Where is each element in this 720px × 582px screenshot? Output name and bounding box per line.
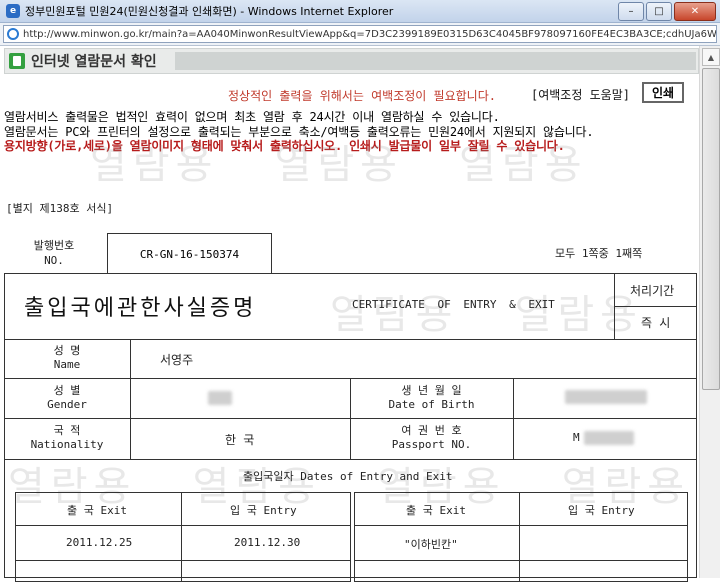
form-number: [별지 제138호 서식] (6, 202, 114, 215)
vertical-scrollbar[interactable]: ▲ (699, 46, 720, 578)
address-url: http://www.minwon.go.kr/main?a=AA040Minw… (23, 28, 717, 40)
issue-label-en: NO. (44, 254, 64, 267)
col-divider (181, 492, 182, 582)
table-header-entry-1: 입 국 Entry (230, 504, 297, 517)
dob-label-en: Date of Birth (388, 398, 475, 411)
header-bar (175, 52, 696, 70)
ie-app-icon: e (6, 4, 20, 18)
issue-label: 발행번호 NO. (22, 238, 86, 268)
nationality-label: 국 적 Nationality (4, 424, 130, 452)
scrollbar-thumb[interactable] (702, 68, 720, 390)
info-line-3: 용지방향(가로,세로)을 열람이미지 형태에 맞춰서 출력하십시오. 인쇄시 발… (4, 139, 565, 153)
passport-label-ko: 여 권 번 호 (401, 424, 462, 437)
passport-prefix: M (573, 431, 580, 444)
col-divider (513, 378, 514, 459)
passport-value-redacted (584, 431, 634, 445)
row-divider (354, 560, 688, 561)
print-button[interactable]: 인쇄 (642, 82, 684, 103)
row-divider (15, 560, 351, 561)
issue-number: CR-GN-16-150374 (107, 233, 272, 274)
table-cell: 2011.12.30 (234, 536, 301, 549)
table-cell: "이하빈칸" (404, 538, 458, 551)
name-label-en: Name (53, 358, 81, 371)
address-bar: http://www.minwon.go.kr/main?a=AA040Minw… (0, 23, 720, 46)
table-header-exit-2: 출 국 Exit (406, 504, 466, 517)
name-value: 서영주 (160, 353, 194, 367)
name-label: 성 명 Name (4, 344, 130, 372)
processing-period-label: 처리기간 (630, 284, 675, 298)
row-divider (4, 339, 697, 340)
nationality-label-en: Nationality (30, 438, 104, 451)
window-titlebar: e 정부민원포털 민원24(민원신청결과 인쇄화면) - Windows Int… (0, 0, 720, 23)
row-divider (15, 525, 351, 526)
gender-label-ko: 성 별 (53, 384, 81, 397)
dob-label-ko: 생 년 월 일 (401, 384, 462, 397)
col-divider (519, 492, 520, 582)
margin-help-link[interactable]: [여백조정 도움말] (531, 86, 630, 103)
certificate-title-ko: 출입국에관한사실증명 (24, 296, 257, 321)
gender-value-redacted (208, 391, 232, 405)
processing-period-divider (614, 306, 697, 307)
address-field[interactable]: http://www.minwon.go.kr/main?a=AA040Minw… (3, 25, 717, 43)
certificate-title-en: CERTIFICATE OF ENTRY & EXIT (352, 298, 555, 311)
row-divider (4, 459, 697, 460)
nationality-label-ko: 국 적 (53, 424, 81, 437)
scroll-up-arrow-icon[interactable]: ▲ (702, 48, 720, 66)
passport-label: 여 권 번 호 Passport NO. (350, 424, 513, 452)
window-title: 정부민원포털 민원24(민원신청결과 인쇄화면) - Windows Inter… (25, 5, 394, 18)
window-controls: – □ ✕ (618, 2, 716, 21)
dob-label: 생 년 월 일 Date of Birth (350, 384, 513, 412)
issue-label-ko: 발행번호 (33, 239, 75, 252)
gender-label-en: Gender (47, 398, 87, 411)
row-divider (354, 525, 688, 526)
minimize-button[interactable]: – (618, 2, 644, 21)
passport-label-en: Passport NO. (391, 438, 472, 451)
col-divider (130, 339, 131, 459)
dob-value-redacted (565, 390, 647, 404)
page-count: 모두 1쪽중 1째쪽 (555, 247, 643, 260)
maximize-button[interactable]: □ (646, 2, 672, 21)
table-cell: 2011.12.25 (66, 536, 133, 549)
page-header: 인터넷 열람문서 확인 (4, 48, 699, 74)
gender-label: 성 별 Gender (4, 384, 130, 412)
table-header-exit-1: 출 국 Exit (67, 504, 127, 517)
close-button[interactable]: ✕ (674, 2, 716, 21)
margin-notice: 정상적인 출력을 위해서는 여백조정이 필요합니다. (228, 89, 496, 103)
ie-page-icon (7, 28, 19, 40)
name-label-ko: 성 명 (53, 344, 81, 357)
document-icon (9, 53, 25, 69)
processing-period-value: 즉 시 (641, 316, 671, 330)
nationality-value: 한 국 (225, 433, 255, 447)
dates-title: 출입국일자 Dates of Entry and Exit (243, 470, 453, 483)
table-header-entry-2: 입 국 Entry (568, 504, 635, 517)
page-title: 인터넷 열람문서 확인 (31, 54, 157, 70)
